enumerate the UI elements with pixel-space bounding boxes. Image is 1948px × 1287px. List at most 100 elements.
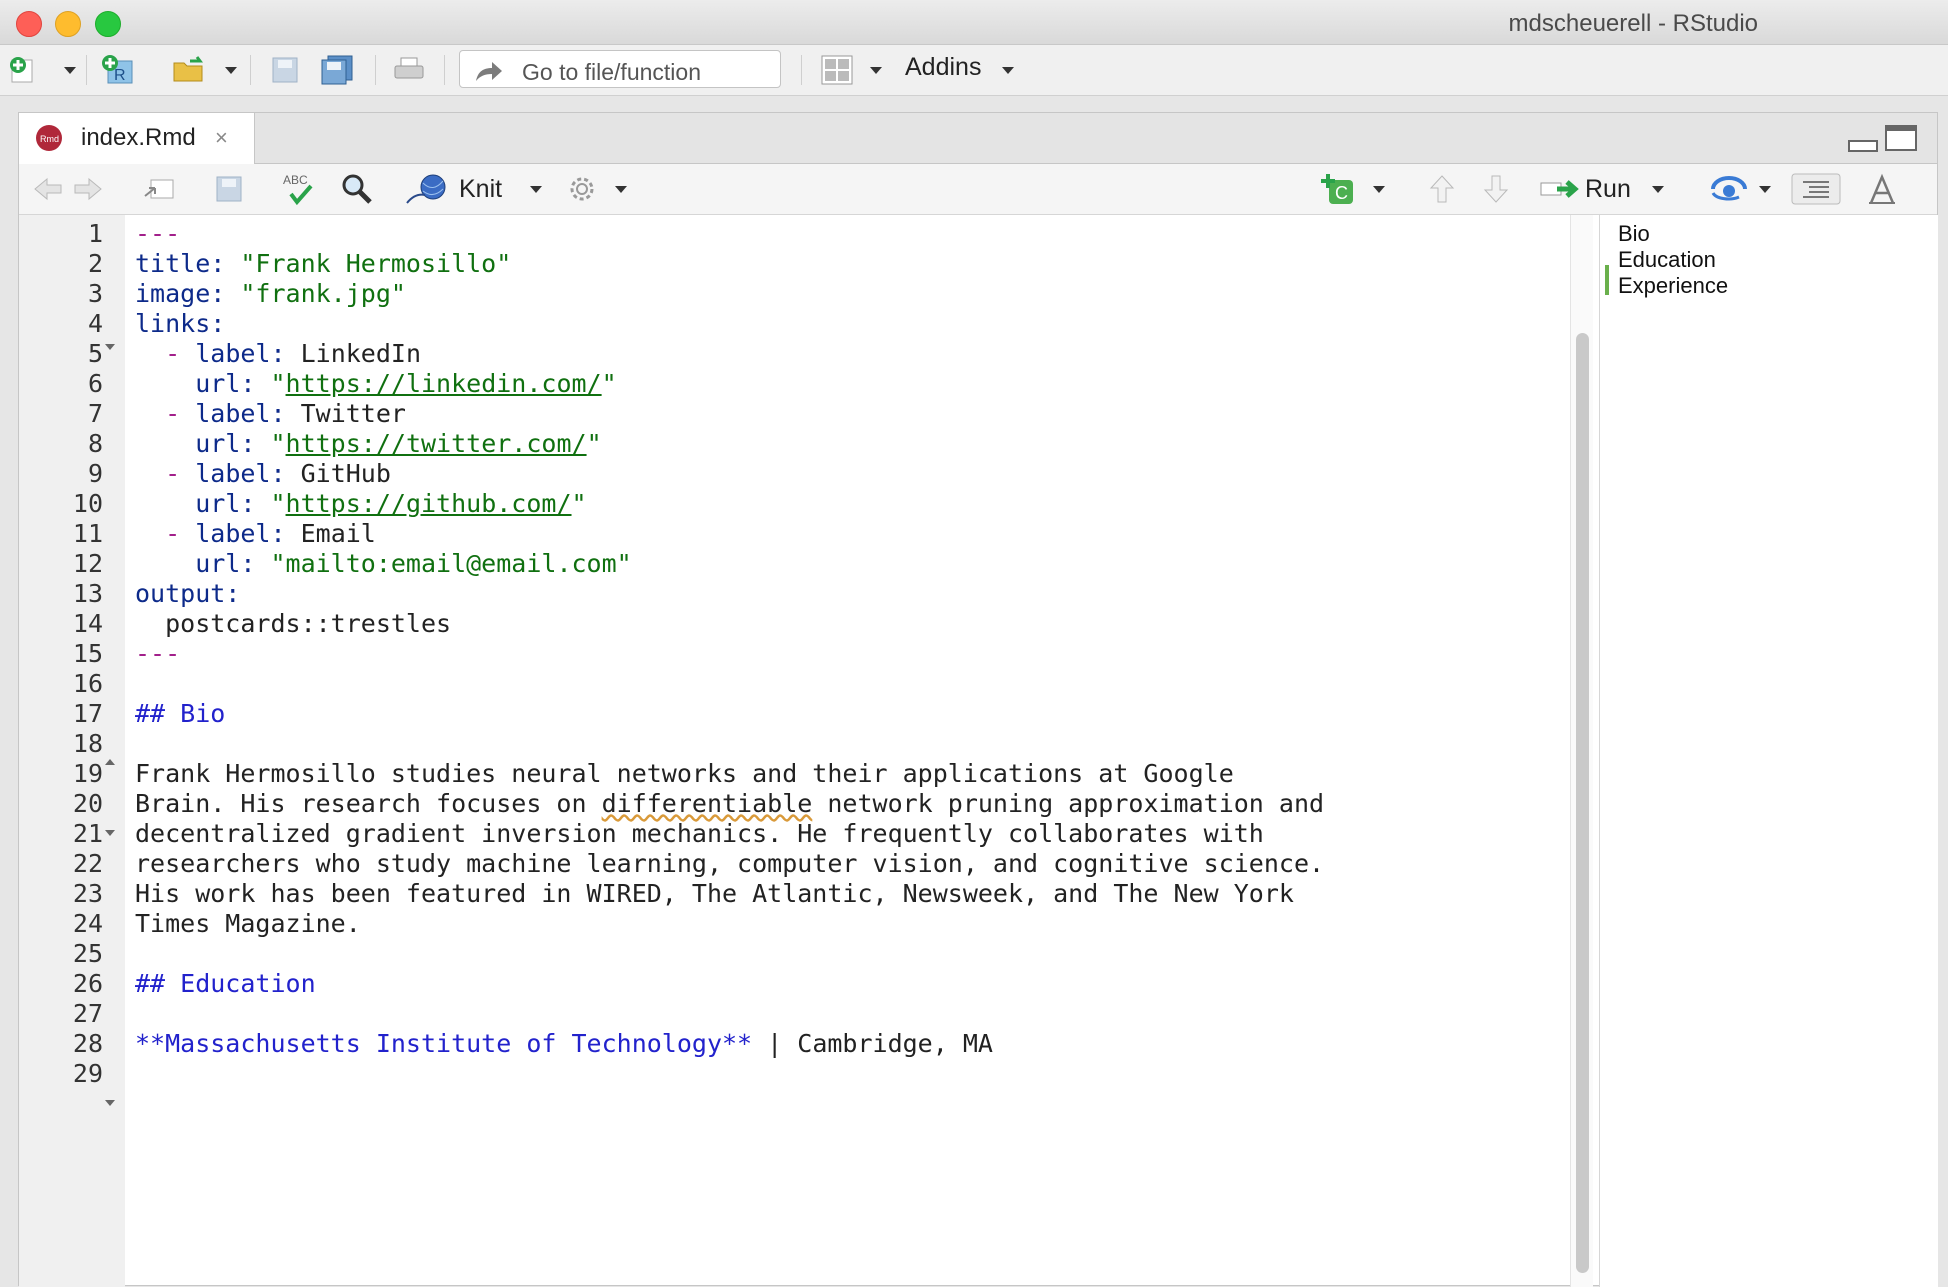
gear-icon[interactable]	[567, 172, 597, 206]
publish-icon[interactable]	[1709, 172, 1749, 206]
code-token[interactable]: https://github.com/	[286, 489, 572, 518]
open-file-icon[interactable]	[172, 53, 206, 87]
code-line: Frank Hermosillo studies neural networks…	[135, 759, 1234, 788]
next-chunk-icon[interactable]	[1483, 172, 1509, 206]
line-number: 4	[87, 309, 103, 338]
code-token: Frank Hermosillo studies neural networks…	[135, 759, 1234, 788]
editor-scrollbar[interactable]	[1570, 215, 1593, 1287]
svg-text:C: C	[1335, 183, 1348, 203]
toolbar-divider	[801, 55, 802, 85]
code-line: postcards::trestles	[135, 609, 451, 638]
zoom-window-button[interactable]	[95, 11, 121, 37]
code-token: label:	[180, 519, 301, 548]
code-token: links:	[135, 309, 226, 338]
fold-toggle-icon[interactable]	[105, 830, 115, 836]
new-file-dropdown-icon[interactable]	[64, 67, 76, 74]
code-token: GitHub	[300, 459, 391, 488]
code-token: **Massachusetts Institute of Technology*…	[135, 1029, 753, 1058]
knit-button[interactable]: Knit	[405, 172, 502, 206]
code-line: links:	[135, 309, 225, 338]
editor-toolbar: ABC Knit C Run	[19, 164, 1937, 215]
tab-label: index.Rmd	[81, 124, 196, 151]
fold-toggle-icon[interactable]	[105, 344, 115, 350]
toolbar-divider	[86, 55, 87, 85]
outline-item-bio[interactable]: Bio	[1618, 221, 1650, 247]
code-line: url: "https://linkedin.com/"	[135, 369, 617, 398]
save-icon[interactable]	[268, 53, 302, 87]
settings-dropdown-icon[interactable]	[615, 186, 627, 193]
editor-scrollbar-thumb[interactable]	[1576, 333, 1589, 1273]
addins-dropdown-icon[interactable]	[1002, 67, 1014, 74]
code-token: Times Magazine.	[135, 909, 361, 938]
back-arrow-icon[interactable]	[33, 172, 63, 206]
main-toolbar: R Go to file/function Addins	[0, 45, 1948, 96]
pane-layout-dropdown-icon[interactable]	[870, 67, 882, 74]
rmd-file-icon: Rmd	[35, 124, 63, 157]
pane-layout-icon[interactable]	[820, 53, 854, 87]
publish-dropdown-icon[interactable]	[1759, 186, 1771, 193]
close-window-button[interactable]	[16, 11, 42, 37]
code-token: His work has been featured in WIRED, The…	[135, 879, 1294, 908]
visual-editor-icon[interactable]	[1867, 172, 1897, 206]
insert-chunk-icon[interactable]: C	[1319, 172, 1355, 206]
line-number: 23	[72, 879, 103, 908]
knit-dropdown-icon[interactable]	[530, 186, 542, 193]
save-file-icon[interactable]	[215, 172, 243, 206]
find-replace-icon[interactable]	[341, 172, 373, 206]
new-project-icon[interactable]: R	[100, 53, 134, 87]
line-number: 26	[72, 969, 103, 998]
save-all-icon[interactable]	[320, 53, 354, 87]
code-token: -	[165, 339, 181, 368]
new-file-icon[interactable]	[6, 53, 40, 87]
line-number: 2	[87, 249, 103, 278]
line-number: 27	[72, 999, 103, 1028]
document-outline-icon[interactable]	[1791, 172, 1841, 206]
go-to-file-input[interactable]: Go to file/function	[459, 50, 781, 88]
editor-tabstrip: Rmd index.Rmd ×	[19, 113, 1937, 164]
code-token: "	[586, 429, 602, 458]
line-number: 1	[87, 219, 103, 248]
minimize-pane-icon[interactable]	[1848, 139, 1878, 157]
code-token: | Cambridge, MA	[752, 1029, 993, 1058]
fold-toggle-icon[interactable]	[105, 759, 115, 765]
code-token: "	[601, 369, 617, 398]
code-line: url: "https://twitter.com/"	[135, 429, 602, 458]
insert-chunk-dropdown-icon[interactable]	[1373, 186, 1385, 193]
previous-chunk-icon[interactable]	[1429, 172, 1455, 206]
tab-index-rmd[interactable]: Rmd index.Rmd ×	[19, 113, 255, 164]
line-number: 16	[72, 669, 103, 698]
minimize-window-button[interactable]	[55, 11, 81, 37]
line-number: 12	[72, 549, 103, 578]
line-number: 22	[72, 849, 103, 878]
outline-item-experience[interactable]: Experience	[1618, 273, 1728, 299]
code-token: "frank.jpg"	[240, 279, 406, 308]
code-line: - label: GitHub	[135, 459, 391, 488]
run-label: Run	[1585, 174, 1631, 203]
maximize-pane-icon[interactable]	[1885, 125, 1917, 156]
run-dropdown-icon[interactable]	[1652, 186, 1664, 193]
code-token: Brain. His research focuses on	[135, 789, 602, 818]
code-token[interactable]: https://twitter.com/	[286, 429, 587, 458]
outline-item-education[interactable]: Education	[1618, 247, 1716, 273]
addins-menu[interactable]: Addins	[905, 53, 981, 82]
code-token: image:	[135, 279, 241, 308]
run-button[interactable]: Run	[1539, 172, 1631, 206]
line-number: 5	[87, 339, 103, 368]
code-token: url:	[135, 549, 271, 578]
open-file-dropdown-icon[interactable]	[225, 67, 237, 74]
code-token: "	[270, 369, 286, 398]
code-token: output:	[135, 579, 241, 608]
fold-toggle-icon[interactable]	[105, 1100, 115, 1106]
print-icon[interactable]	[392, 53, 426, 87]
code-line: researchers who study machine learning, …	[135, 849, 1324, 878]
spellcheck-icon[interactable]: ABC	[281, 172, 321, 206]
show-in-window-icon[interactable]	[143, 172, 175, 206]
code-token: ## Education	[135, 969, 316, 998]
code-token[interactable]: https://linkedin.com/	[286, 369, 602, 398]
go-to-arrow-icon	[474, 59, 504, 88]
line-number: 7	[87, 399, 103, 428]
forward-arrow-icon[interactable]	[73, 172, 103, 206]
close-tab-icon[interactable]: ×	[215, 125, 228, 151]
